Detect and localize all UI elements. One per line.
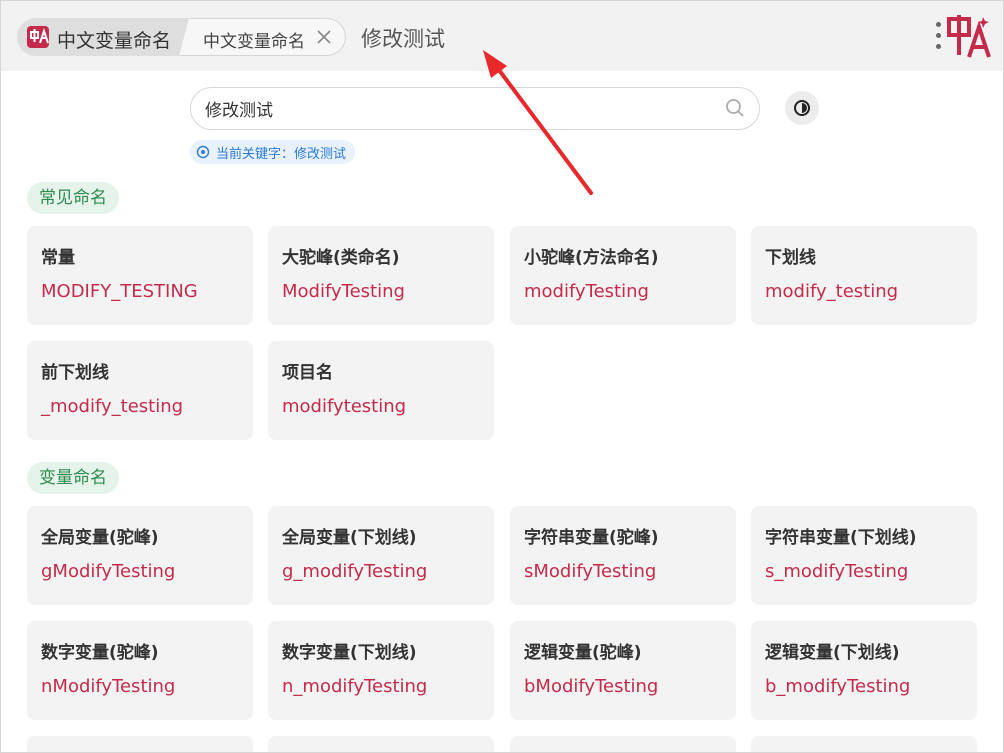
naming-card-snake-case[interactable]: 下划线 modify_testing: [751, 226, 977, 325]
app-logo-icon: [947, 15, 991, 58]
theme-toggle-icon: [794, 100, 810, 116]
naming-card-boolean-underscore[interactable]: 逻辑变量(下划线) b_modifyTesting: [751, 621, 977, 720]
card-title: 大驼峰(类命名): [282, 248, 400, 268]
card-value: modifytesting: [282, 396, 407, 417]
naming-card-camel-case[interactable]: 小驼峰(方法命名) modifyTesting: [510, 226, 736, 325]
naming-card-partial[interactable]: [751, 736, 977, 752]
search-box: [190, 87, 760, 130]
app-tab[interactable]: 中文变量命名: [17, 18, 191, 56]
theme-toggle-button[interactable]: [785, 91, 819, 125]
card-title: 全局变量(下划线): [282, 528, 417, 548]
card-value: modify_testing: [765, 281, 899, 302]
section-title-variables: 变量命名: [27, 462, 119, 494]
naming-card-boolean-camel[interactable]: 逻辑变量(驼峰) bModifyTesting: [510, 621, 736, 720]
top-bar: 中文变量命名 中文变量命名 修改测试: [1, 1, 1003, 71]
naming-card-pascal-case[interactable]: 大驼峰(类命名) ModifyTesting: [268, 226, 494, 325]
app-logo-icon: [27, 26, 49, 48]
naming-card-leading-underscore[interactable]: 前下划线 _modify_testing: [27, 341, 253, 440]
card-value: s_modifyTesting: [765, 561, 909, 582]
naming-card-number-underscore[interactable]: 数字变量(下划线) n_modifyTesting: [268, 621, 494, 720]
naming-card-number-camel[interactable]: 数字变量(驼峰) nModifyTesting: [27, 621, 253, 720]
card-value: bModifyTesting: [524, 676, 659, 697]
naming-card-partial[interactable]: [268, 736, 494, 752]
query-title: 修改测试: [361, 27, 445, 51]
card-value: nModifyTesting: [41, 676, 176, 697]
card-value: modifyTesting: [524, 281, 649, 302]
naming-card-constant[interactable]: 常量 MODIFY_TESTING: [27, 226, 253, 325]
card-value: _modify_testing: [41, 396, 184, 417]
search-icon[interactable]: [725, 98, 745, 118]
naming-card-project-name[interactable]: 项目名 modifytesting: [268, 341, 494, 440]
card-title: 字符串变量(下划线): [765, 528, 917, 548]
card-title: 常量: [41, 248, 75, 268]
card-title: 项目名: [282, 363, 333, 383]
current-keyword-text: 当前关键字：修改测试: [216, 146, 347, 162]
close-icon[interactable]: [315, 28, 333, 46]
card-title: 逻辑变量(下划线): [765, 643, 900, 663]
search-input[interactable]: [205, 95, 705, 121]
card-title: 前下划线: [41, 363, 109, 383]
card-title: 数字变量(下划线): [282, 643, 417, 663]
card-title: 下划线: [765, 248, 816, 268]
card-value: b_modifyTesting: [765, 676, 911, 697]
naming-card-string-underscore[interactable]: 字符串变量(下划线) s_modifyTesting: [751, 506, 977, 605]
target-icon: [196, 145, 210, 159]
card-title: 全局变量(驼峰): [41, 528, 159, 548]
card-value: gModifyTesting: [41, 561, 176, 582]
app-tab-label: 中文变量命名: [57, 30, 172, 52]
app-window: 中文变量命名 中文变量命名 修改测试 修改测试 当前关键字：修改测试 常见命名 …: [0, 0, 1004, 753]
naming-card-partial[interactable]: [510, 736, 736, 752]
query-tab[interactable]: 中文变量命名: [179, 18, 346, 56]
card-title: 数字变量(驼峰): [41, 643, 159, 663]
card-title: 小驼峰(方法命名): [524, 248, 659, 268]
card-value: n_modifyTesting: [282, 676, 428, 697]
card-value: g_modifyTesting: [282, 561, 428, 582]
card-value: MODIFY_TESTING: [41, 281, 198, 302]
naming-card-partial[interactable]: [27, 736, 253, 752]
naming-card-string-camel[interactable]: 字符串变量(驼峰) sModifyTesting: [510, 506, 736, 605]
query-tab-label: 中文变量命名: [203, 32, 305, 52]
more-icon[interactable]: [934, 22, 942, 52]
card-title: 逻辑变量(驼峰): [524, 643, 642, 663]
card-title: 字符串变量(驼峰): [524, 528, 659, 548]
card-value: ModifyTesting: [282, 281, 405, 302]
naming-card-global-underscore[interactable]: 全局变量(下划线) g_modifyTesting: [268, 506, 494, 605]
naming-card-global-camel[interactable]: 全局变量(驼峰) gModifyTesting: [27, 506, 253, 605]
section-title-common: 常见命名: [27, 182, 119, 214]
card-value: sModifyTesting: [524, 561, 657, 582]
current-keyword-chip: 当前关键字：修改测试: [190, 140, 356, 164]
